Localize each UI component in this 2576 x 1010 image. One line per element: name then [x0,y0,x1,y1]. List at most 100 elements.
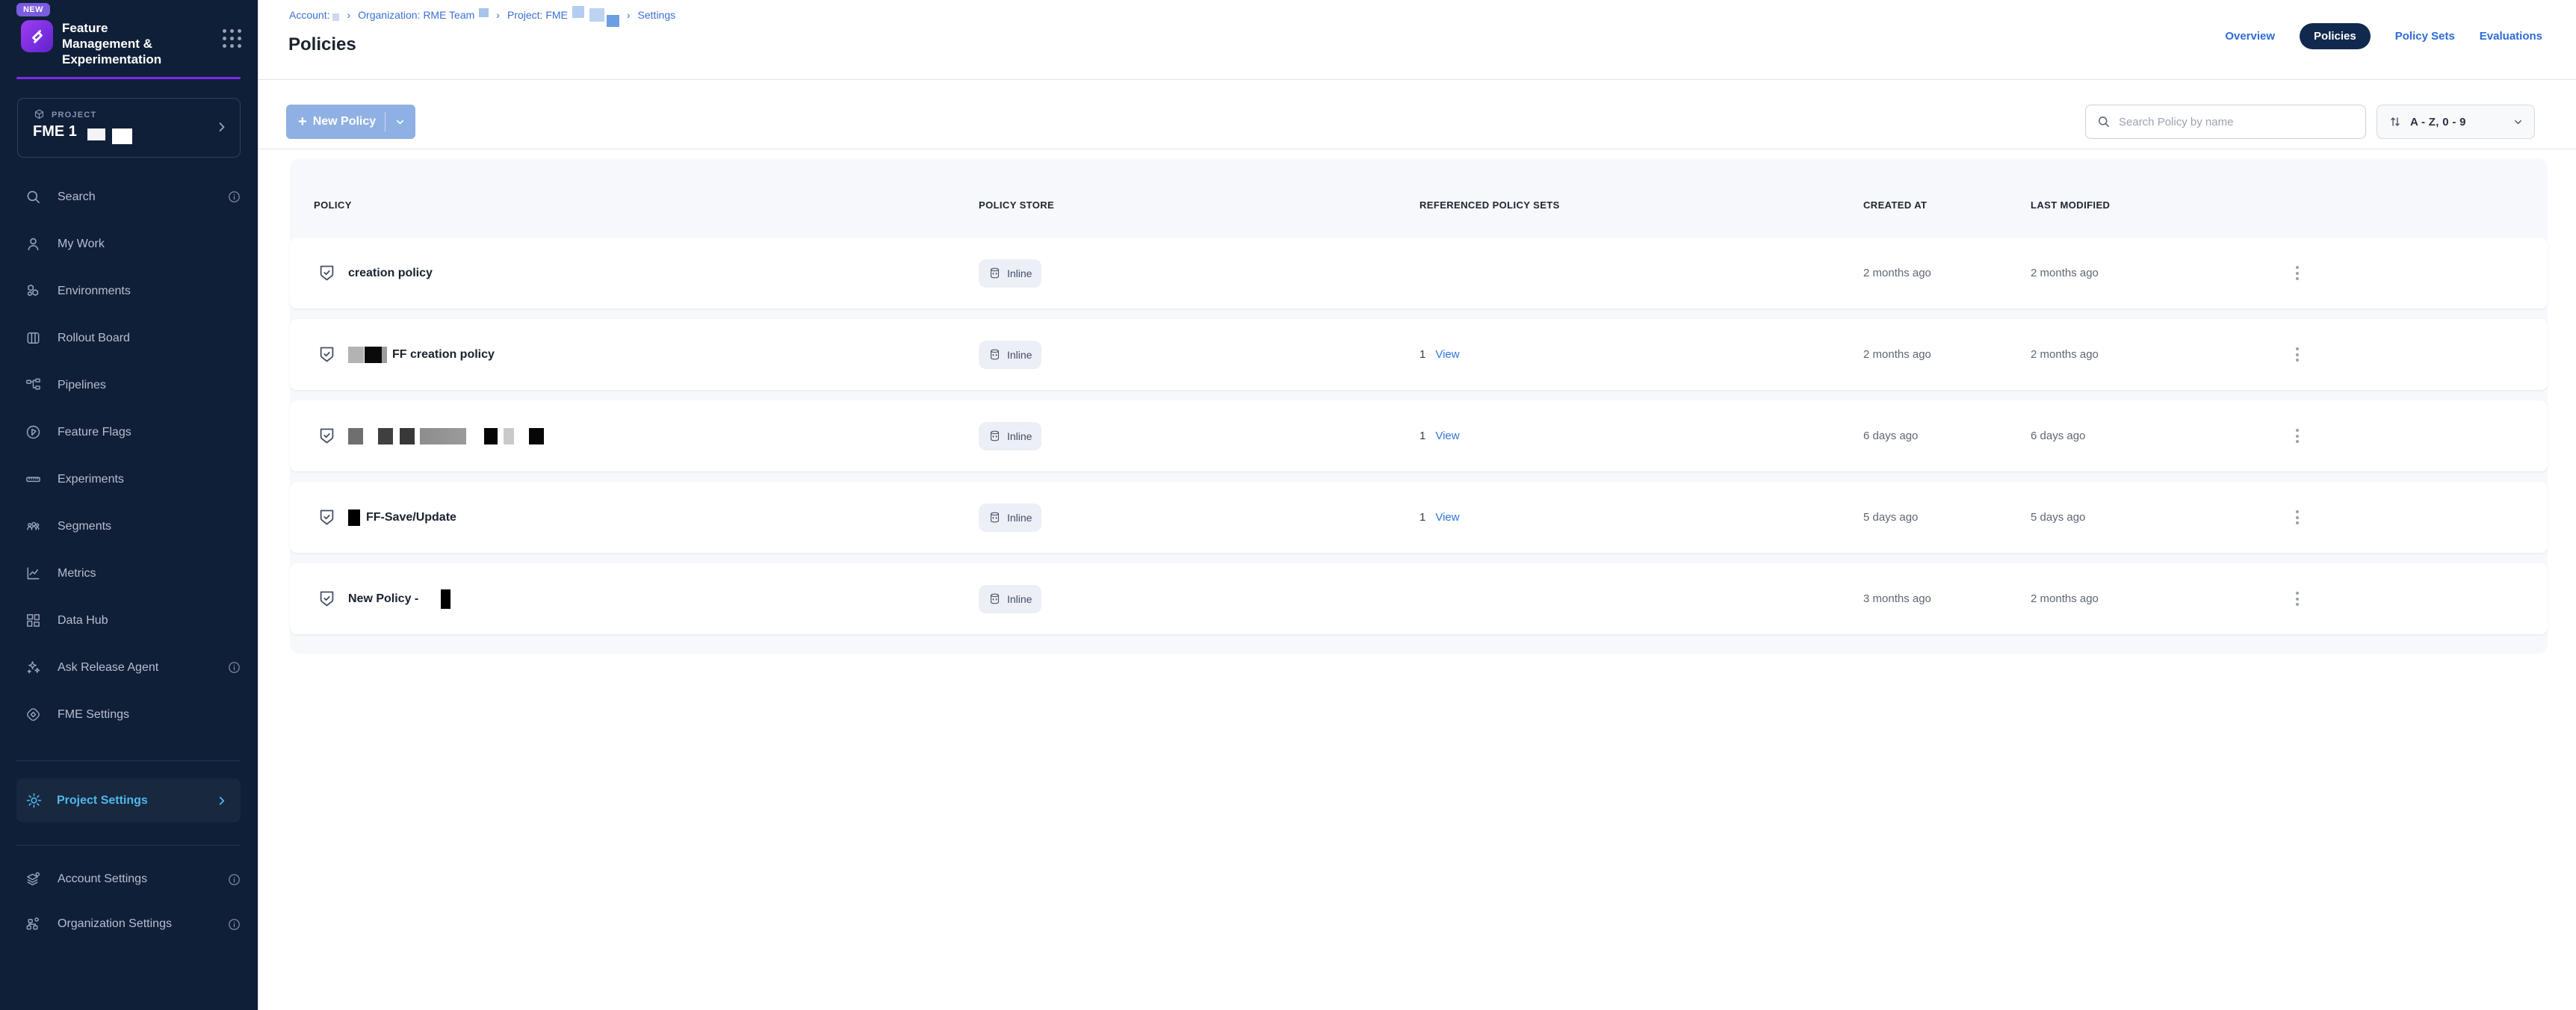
sparkles-icon [25,659,43,677]
database-icon [988,592,1001,605]
tab-policy-sets[interactable]: Policy Sets [2395,23,2455,49]
database-icon [988,430,1001,442]
sort-dropdown[interactable]: A - Z, 0 - 9 [2377,105,2535,139]
row-actions-cell [2288,421,2548,450]
sidebar-item-organization-settings[interactable]: Organization Settings [0,902,258,947]
tab-policies[interactable]: Policies [2300,23,2371,49]
policy-store-cell: Inline [979,259,1419,288]
sidebar-item-label: Rollout Board [58,332,130,345]
breadcrumb-settings[interactable]: Settings [638,9,676,21]
policy-row[interactable]: Inline 1 View 6 days ago 6 days ago [290,400,2548,471]
view-link[interactable]: View [1435,430,1459,442]
row-menu-button[interactable] [2288,503,2306,531]
breadcrumb-project[interactable]: Project: FME [507,9,568,21]
new-policy-button[interactable]: + New Policy [286,105,415,139]
toolbar-right: A - Z, 0 - 9 [2085,105,2535,139]
info-icon[interactable] [227,873,241,887]
redacted-block [348,347,364,363]
redacted-block [607,15,619,27]
search-input[interactable] [2119,116,2356,128]
sidebar-item-my-work[interactable]: My Work [0,220,258,267]
breadcrumb-separator: › [496,9,500,21]
user-icon [25,235,43,253]
sidebar-item-segments[interactable]: Segments [0,503,258,550]
created-at-cell: 2 months ago [1863,267,2031,279]
brand-divider [16,77,241,79]
split-logo [21,20,53,52]
sidebar-item-pipelines[interactable]: Pipelines [0,362,258,409]
policy-row[interactable]: FF creation policy Inline 1 View 2 month… [290,319,2548,390]
chevron-right-icon [215,794,229,808]
row-menu-button[interactable] [2288,258,2306,287]
people-icon [25,518,43,536]
sidebar-item-search[interactable]: Search [0,173,258,220]
chevron-down-icon [2512,117,2524,128]
chevron-down-icon[interactable] [394,117,406,128]
referenced-count: 1 [1419,511,1425,524]
redacted-block [400,428,415,444]
sidebar-item-label: Experiments [58,473,124,486]
sidebar: NEW Feature Management & Experimentation… [0,0,258,1010]
policy-name-cell: creation policy [290,263,979,283]
breadcrumb-account[interactable]: Account: [289,9,329,21]
sidebar-divider [16,845,241,846]
redacted-block [378,428,393,444]
created-at-cell: 6 days ago [1863,430,2031,442]
sidebar-item-account-settings[interactable]: Account Settings [0,857,258,902]
sidebar-item-label: My Work [58,238,105,251]
store-type-label: Inline [1007,593,1032,605]
info-icon[interactable] [227,660,241,675]
inline-store-badge: Inline [979,422,1041,450]
project-label-row: PROJECT [33,108,228,121]
policy-row[interactable]: creation policy Inline 2 months ago 2 mo… [290,238,2548,309]
created-at-cell: 3 months ago [1863,592,2031,605]
sort-label: A - Z, 0 - 9 [2410,116,2466,128]
row-menu-button[interactable] [2288,584,2306,613]
sidebar-item-label: Account Settings [58,873,147,886]
sidebar-item-feature-flags[interactable]: Feature Flags [0,409,258,456]
row-menu-button[interactable] [2288,340,2306,368]
last-modified-cell: 5 days ago [2031,511,2288,524]
view-link[interactable]: View [1435,348,1459,361]
sidebar-item-metrics[interactable]: Metrics [0,550,258,597]
referenced-sets-cell: 1 View [1419,511,1863,524]
breadcrumb-organization[interactable]: Organization: RME Team [358,9,474,21]
main-area: Account: › Organization: RME Team › Proj… [258,0,2576,1010]
referenced-count: 1 [1419,430,1425,442]
sidebar-item-rollout-board[interactable]: Rollout Board [0,315,258,362]
sidebar-item-experiments[interactable]: Experiments [0,456,258,503]
shield-check-icon [317,507,337,527]
sidebar-item-label: Pipelines [58,379,106,392]
info-icon[interactable] [227,917,241,932]
project-selector-value-row: FME 1 [33,123,228,140]
created-at-cell: 5 days ago [1863,511,2031,524]
store-type-label: Inline [1007,267,1032,279]
row-menu-button[interactable] [2288,421,2306,450]
sidebar-item-label: Organization Settings [58,917,172,931]
sidebar-item-environments[interactable]: Environments [0,267,258,315]
view-link[interactable]: View [1435,511,1459,524]
policy-row[interactable]: New Policy - Inline 3 months ago [290,563,2548,634]
policy-row[interactable]: FF-Save/Update Inline 1 View 5 days ago … [290,482,2548,553]
inline-store-badge: Inline [979,585,1041,613]
sidebar-item-fme-settings[interactable]: FME Settings [0,691,258,738]
column-header-created-at: CREATED AT [1863,199,2031,211]
policy-name: New Policy - [348,592,418,606]
inline-store-badge: Inline [979,259,1041,288]
sidebar-item-ask-release-agent[interactable]: Ask Release Agent [0,644,258,691]
sidebar-item-project-settings[interactable]: Project Settings [16,778,241,822]
store-type-label: Inline [1007,430,1032,442]
app-switcher-icon[interactable] [223,29,241,48]
project-selector[interactable]: PROJECT FME 1 [17,98,241,158]
shield-check-icon [317,589,337,609]
redacted-block [441,589,451,609]
breadcrumb: Account: › Organization: RME Team › Proj… [289,8,675,22]
row-actions-cell [2288,340,2548,368]
sidebar-item-label: Ask Release Agent [58,661,158,675]
tab-evaluations[interactable]: Evaluations [2480,23,2542,49]
last-modified-cell: 2 months ago [2031,267,2288,279]
sidebar-item-data-hub[interactable]: Data Hub [0,597,258,644]
tab-overview[interactable]: Overview [2225,23,2275,49]
info-icon[interactable] [227,190,241,204]
content-area: POLICY POLICY STORE REFERENCED POLICY SE… [258,158,2576,1010]
